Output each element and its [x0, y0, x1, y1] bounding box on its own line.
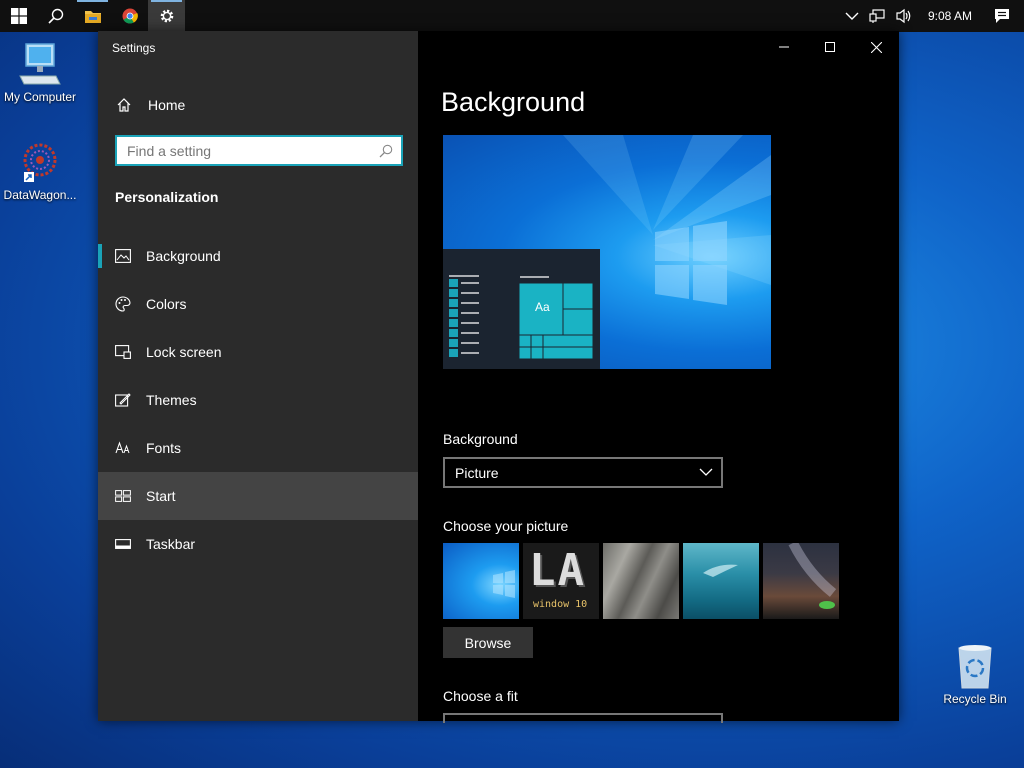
nav-item-label: Themes	[146, 392, 197, 408]
nav-item-label: Fonts	[146, 440, 182, 456]
datawagon-icon	[23, 143, 57, 182]
gear-icon	[160, 9, 173, 23]
background-type-value: Picture	[455, 464, 499, 481]
nav-item-label: Colors	[146, 296, 187, 312]
choose-fit-label: Choose a fit	[443, 688, 518, 704]
notification-icon	[995, 9, 1009, 23]
picture-thumbnail[interactable]	[763, 543, 839, 619]
desktop-icon-label: DataWagon...	[3, 188, 77, 202]
background-preview: Aa	[443, 135, 771, 369]
lock-screen-icon	[115, 344, 131, 360]
search-input[interactable]	[127, 142, 367, 159]
home-icon	[116, 97, 132, 113]
nav-item-lock-screen[interactable]: Lock screen	[98, 328, 418, 376]
background-label: Background	[443, 431, 518, 447]
clock[interactable]: 9:08 AM	[918, 0, 986, 32]
nav-item-background[interactable]: Background	[98, 232, 418, 280]
nav-item-taskbar[interactable]: Taskbar	[98, 520, 418, 568]
taskbar-icon	[115, 536, 131, 552]
nav-item-colors[interactable]: Colors	[98, 280, 418, 328]
start-icon	[115, 488, 131, 504]
computer-icon	[19, 43, 61, 85]
chrome-icon	[122, 8, 138, 24]
action-center-button[interactable]	[986, 0, 1024, 32]
preview-start-menu: Aa	[443, 249, 600, 369]
desktop-icon-recycle-bin[interactable]: Recycle Bin	[935, 644, 1015, 706]
windows-logo-icon	[10, 8, 27, 24]
window-title: Settings	[112, 41, 156, 55]
desktop-icon-label: Recycle Bin	[943, 692, 1007, 706]
file-explorer-button[interactable]	[74, 0, 111, 32]
home-link[interactable]: Home	[98, 87, 418, 123]
close-button[interactable]	[853, 31, 899, 63]
search-button[interactable]	[37, 0, 74, 32]
nav-list: Background Colors Lock screen Themes Fon…	[98, 232, 418, 568]
thumbnail-caption: window 10	[533, 599, 588, 610]
section-heading: Personalization	[115, 189, 219, 205]
minimize-icon	[779, 46, 789, 48]
picture-thumbnail[interactable]	[683, 543, 759, 619]
network-icon	[869, 9, 885, 23]
picture-thumbnail[interactable]: LA window 10	[523, 543, 599, 619]
nav-item-fonts[interactable]: Fonts	[98, 424, 418, 472]
page-title: Background	[441, 87, 586, 117]
volume-button[interactable]	[890, 0, 918, 32]
home-label: Home	[148, 97, 186, 113]
preview-sample-text: Aa	[535, 300, 550, 314]
fonts-icon	[115, 440, 131, 456]
nav-item-label: Lock screen	[146, 344, 222, 360]
fit-dropdown[interactable]	[443, 713, 723, 723]
palette-icon	[115, 296, 131, 312]
nav-item-start[interactable]: Start	[98, 472, 418, 520]
sidebar: Settings Home Personalization	[98, 31, 418, 721]
desktop-icon-label: My Computer	[3, 90, 77, 104]
desktop-icon-my-computer[interactable]: My Computer	[0, 40, 80, 104]
chrome-button[interactable]	[111, 0, 148, 32]
picture-icon	[115, 248, 131, 264]
choose-picture-label: Choose your picture	[443, 518, 569, 534]
network-button[interactable]	[864, 0, 890, 32]
background-type-dropdown[interactable]: Picture	[443, 457, 723, 488]
themes-icon	[115, 392, 131, 408]
settings-window: Settings Home Personalization	[98, 31, 899, 723]
content-pane: Background Aa Background Picture Choose …	[418, 31, 899, 723]
system-tray: 9:08 AM	[840, 0, 1024, 32]
settings-taskbar-button[interactable]	[148, 0, 185, 32]
picture-thumbnail[interactable]	[603, 543, 679, 619]
browse-button[interactable]: Browse	[443, 627, 533, 658]
minimize-button[interactable]	[761, 31, 807, 63]
recycle-bin-icon	[958, 645, 992, 689]
start-button[interactable]	[0, 0, 37, 32]
nav-item-label: Background	[146, 248, 221, 264]
maximize-icon	[825, 42, 835, 52]
speaker-icon	[896, 8, 911, 24]
search-box[interactable]	[115, 135, 403, 166]
search-icon	[379, 143, 393, 162]
search-icon	[47, 8, 63, 24]
chevron-down-icon	[699, 465, 713, 481]
nav-item-themes[interactable]: Themes	[98, 376, 418, 424]
nav-item-label: Taskbar	[146, 536, 196, 552]
chevron-up-icon	[845, 12, 859, 20]
picture-thumbnail[interactable]	[443, 543, 519, 619]
picture-thumbnails: LA window 10	[443, 543, 843, 619]
show-hidden-icons-button[interactable]	[840, 0, 864, 32]
folder-icon	[84, 11, 101, 23]
nav-item-label: Start	[146, 488, 176, 504]
desktop-icon-datawagon[interactable]: DataWagon...	[0, 138, 80, 202]
taskbar: 9:08 AM	[0, 0, 1024, 32]
maximize-button[interactable]	[807, 31, 853, 63]
close-icon	[870, 41, 882, 53]
thumbnail-letters: LA	[529, 545, 586, 596]
window-controls	[761, 31, 899, 63]
